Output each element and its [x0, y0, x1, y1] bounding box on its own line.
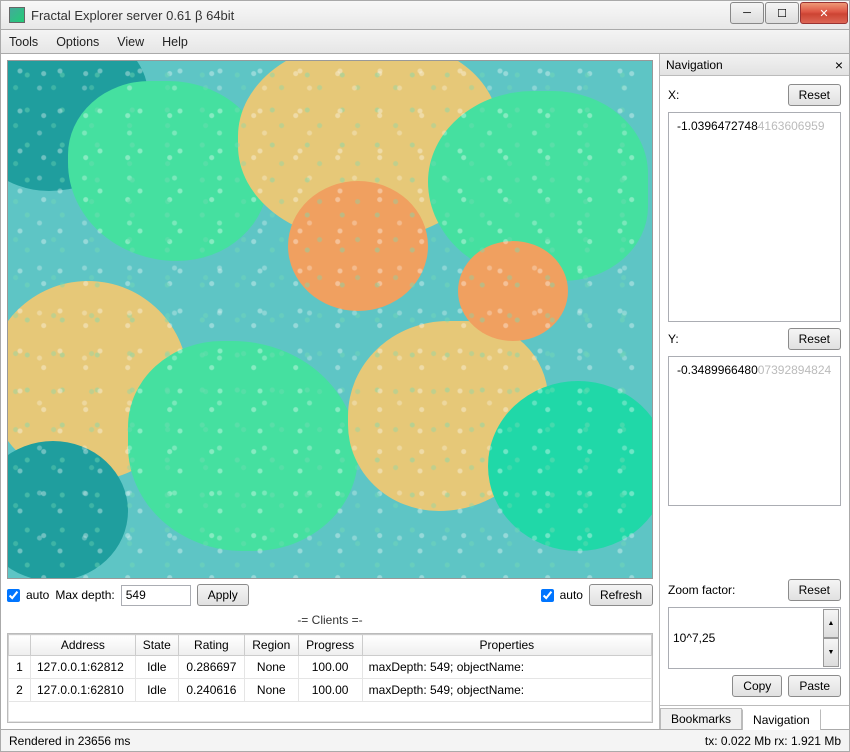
- col-idx[interactable]: [9, 635, 31, 656]
- zoom-value: 10^7,25: [673, 631, 715, 645]
- table-row[interactable]: 2127.0.0.1:62810Idle0.240616None100.00ma…: [9, 679, 652, 702]
- auto-refresh-label: auto: [560, 588, 583, 602]
- tab-bookmarks[interactable]: Bookmarks: [660, 708, 742, 729]
- menu-options[interactable]: Options: [56, 35, 99, 49]
- reset-zoom-button[interactable]: Reset: [788, 579, 841, 601]
- status-render-time: Rendered in 23656 ms: [9, 734, 130, 748]
- zoom-factor-input[interactable]: 10^7,25 ▲ ▼: [668, 607, 841, 670]
- col-state[interactable]: State: [135, 635, 178, 656]
- col-rating[interactable]: Rating: [178, 635, 244, 656]
- col-region[interactable]: Region: [244, 635, 298, 656]
- depth-control-row: auto Max depth: Apply auto Refresh: [7, 583, 653, 607]
- copy-button[interactable]: Copy: [732, 675, 782, 697]
- side-tabs: Bookmarks Navigation: [660, 705, 849, 729]
- col-address[interactable]: Address: [31, 635, 136, 656]
- zoom-label: Zoom factor:: [668, 583, 788, 597]
- reset-x-button[interactable]: Reset: [788, 84, 841, 106]
- auto-refresh-checkbox[interactable]: [541, 589, 554, 602]
- status-network: tx: 0.022 Mb rx: 1.921 Mb: [705, 734, 841, 748]
- zoom-spin-down[interactable]: ▼: [823, 638, 839, 667]
- paste-button[interactable]: Paste: [788, 675, 841, 697]
- minimize-button[interactable]: ─: [730, 2, 764, 24]
- y-coordinate-field[interactable]: -0.348996648007392894824: [668, 356, 841, 506]
- max-depth-label: Max depth:: [55, 588, 114, 602]
- nav-panel-title: Navigation: [666, 58, 723, 72]
- auto-depth-checkbox[interactable]: [7, 589, 20, 602]
- clients-header: -= Clients =-: [7, 611, 653, 629]
- refresh-button[interactable]: Refresh: [589, 584, 653, 606]
- maximize-button[interactable]: ☐: [765, 2, 799, 24]
- tab-navigation[interactable]: Navigation: [742, 709, 821, 730]
- zoom-spin-up[interactable]: ▲: [823, 609, 839, 638]
- x-coordinate-field[interactable]: -1.03964727484163606959: [668, 112, 841, 322]
- left-panel: auto Max depth: Apply auto Refresh -= Cl…: [1, 54, 659, 729]
- apply-button[interactable]: Apply: [197, 584, 249, 606]
- navigation-panel: Navigation × X: Reset -1.039647274841636…: [659, 54, 849, 729]
- menu-help[interactable]: Help: [162, 35, 188, 49]
- col-properties[interactable]: Properties: [362, 635, 651, 656]
- auto-depth-label: auto: [26, 588, 49, 602]
- app-icon: [9, 7, 25, 23]
- window-titlebar: Fractal Explorer server 0.61 β 64bit ─ ☐…: [0, 0, 850, 30]
- menu-tools[interactable]: Tools: [9, 35, 38, 49]
- reset-y-button[interactable]: Reset: [788, 328, 841, 350]
- nav-panel-close-icon[interactable]: ×: [835, 57, 843, 73]
- window-title: Fractal Explorer server 0.61 β 64bit: [31, 8, 730, 23]
- table-row[interactable]: 1127.0.0.1:62812Idle0.286697None100.00ma…: [9, 656, 652, 679]
- fractal-viewport[interactable]: [7, 60, 653, 579]
- nav-panel-header: Navigation ×: [660, 54, 849, 76]
- close-button[interactable]: ✕: [800, 2, 848, 24]
- status-bar: Rendered in 23656 ms tx: 0.022 Mb rx: 1.…: [0, 730, 850, 752]
- clients-table: Address State Rating Region Progress Pro…: [7, 633, 653, 723]
- y-label: Y:: [668, 332, 788, 346]
- x-label: X:: [668, 88, 788, 102]
- max-depth-input[interactable]: [121, 585, 191, 606]
- menu-view[interactable]: View: [117, 35, 144, 49]
- col-progress[interactable]: Progress: [298, 635, 362, 656]
- menu-bar: Tools Options View Help: [0, 30, 850, 54]
